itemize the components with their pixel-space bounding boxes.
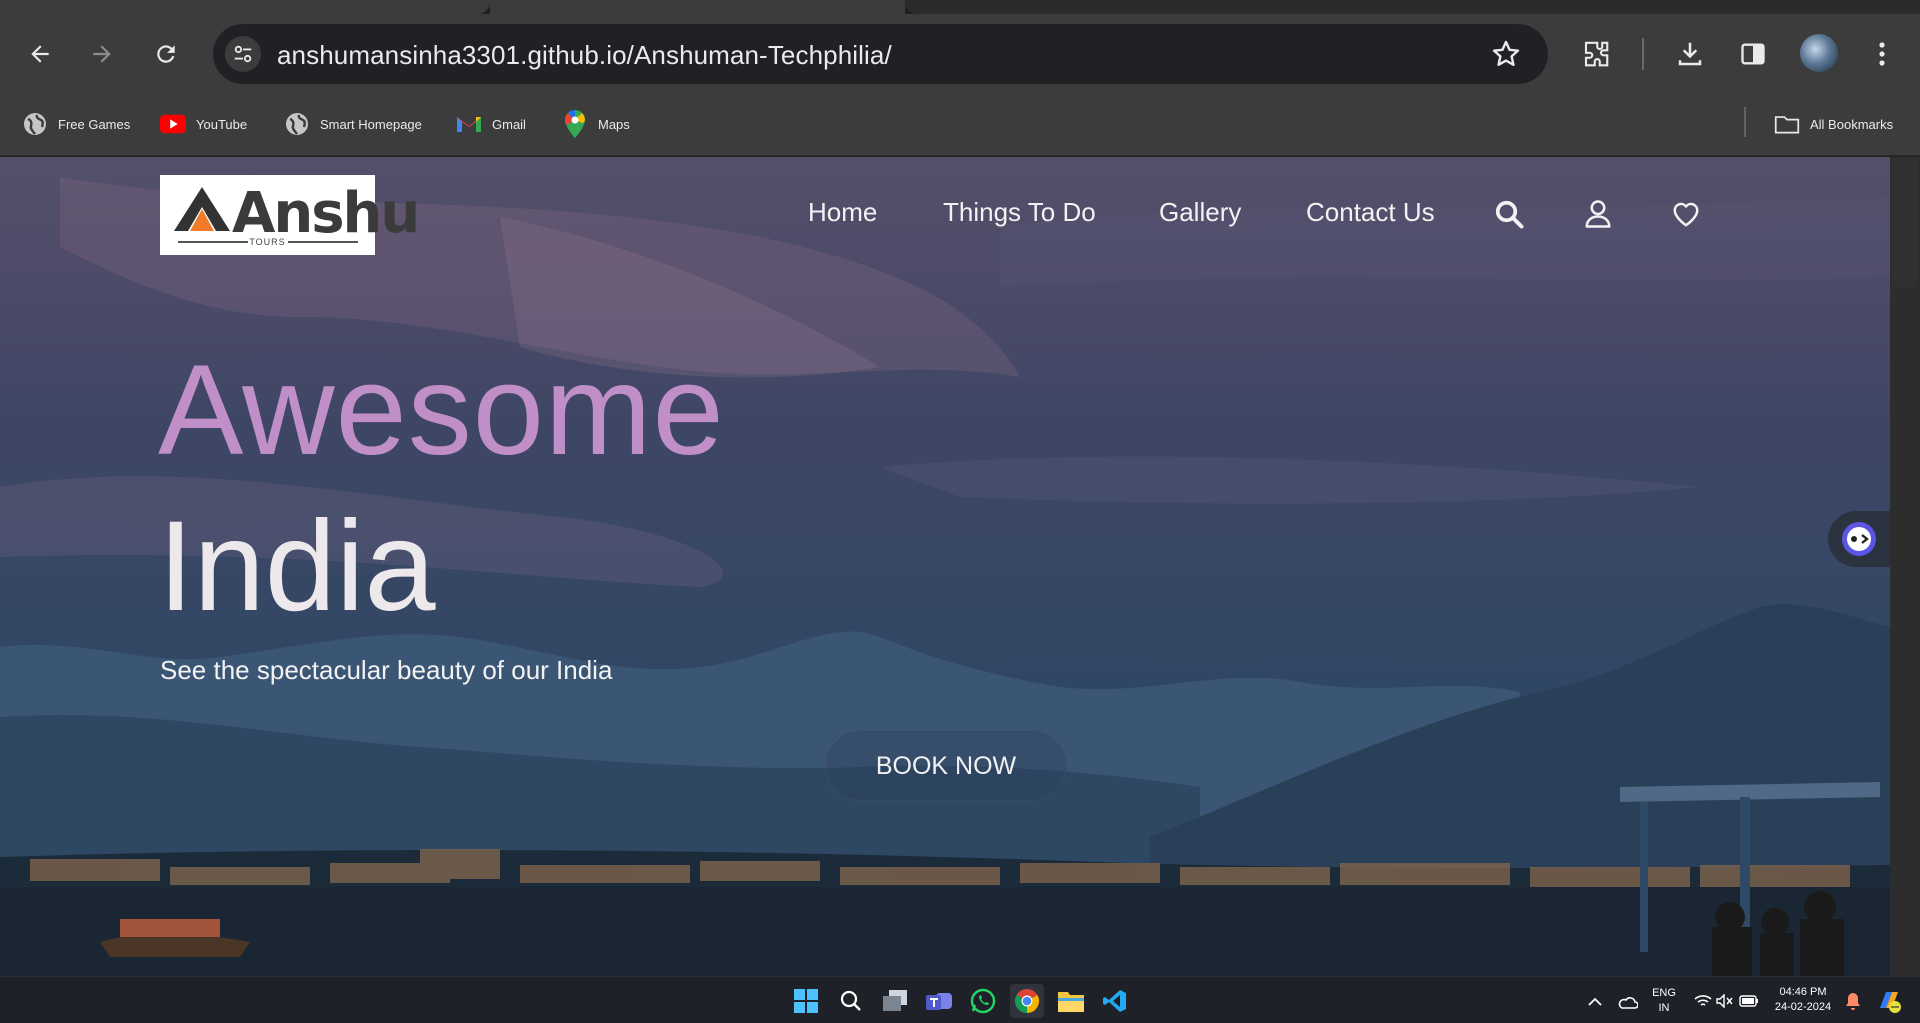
bookmark-gmail[interactable]: Gmail	[456, 106, 526, 142]
language-indicator[interactable]: ENG IN	[1652, 986, 1676, 1016]
windows-start-icon[interactable]	[789, 984, 823, 1018]
clock[interactable]: 04:46 PM 24-02-2024	[1766, 985, 1840, 1015]
assistant-face-icon	[1842, 522, 1876, 556]
hero-subtitle: See the spectacular beauty of our India	[160, 655, 613, 685]
bookmark-label: Free Games	[58, 116, 131, 132]
logo-rule	[288, 241, 358, 243]
arrow-left-icon	[31, 45, 49, 63]
gmail-icon	[456, 111, 482, 137]
reload-icon	[157, 45, 175, 63]
extensions-icon[interactable]	[1576, 34, 1616, 74]
bookmark-free-games[interactable]: Free Games	[22, 106, 130, 142]
hero-title-line2: India	[158, 495, 436, 638]
region-code: IN	[1658, 1002, 1670, 1014]
bookmarks-bar: Free Games YouTube Smart Homepage Gmail …	[0, 94, 1920, 156]
clock-date: 24-02-2024	[1774, 1001, 1832, 1013]
bookmark-label: Smart Homepage	[320, 116, 422, 132]
bookmark-label: Maps	[598, 116, 630, 132]
profile-avatar[interactable]	[1800, 34, 1838, 72]
bookmark-youtube[interactable]: YouTube	[160, 106, 247, 142]
globe-icon	[22, 111, 48, 137]
youtube-icon	[160, 111, 186, 137]
url-text[interactable]: anshumansinha3301.github.io/Anshuman-Tec…	[277, 40, 892, 71]
file-explorer-icon[interactable]	[1054, 984, 1088, 1018]
scrollbar-thumb[interactable]	[1892, 157, 1918, 287]
browser-toolbar: anshumansinha3301.github.io/Anshuman-Tec…	[0, 14, 1920, 94]
page-scrollbar[interactable]	[1890, 157, 1920, 976]
bookmark-maps[interactable]: Maps	[562, 106, 630, 142]
bookmark-star-icon[interactable]	[1490, 38, 1522, 70]
search-icon[interactable]	[834, 984, 868, 1018]
clock-time: 04:46 PM	[1779, 986, 1827, 998]
windows-taskbar: ENG IN 04:46 PM 24-02-2024	[0, 976, 1920, 1023]
tab-inactive-left[interactable]	[0, 0, 490, 14]
floating-assistant-button[interactable]	[1828, 511, 1890, 567]
hero-title-line1: Awesome	[158, 339, 725, 482]
onedrive-cloud-icon[interactable]	[1610, 984, 1644, 1018]
arrow-right-icon	[93, 45, 111, 63]
nav-gallery[interactable]: Gallery	[1159, 197, 1241, 228]
back-button[interactable]	[22, 36, 58, 72]
bookmark-label: YouTube	[196, 116, 248, 132]
all-bookmarks-button[interactable]: All Bookmarks	[1774, 106, 1893, 142]
folder-icon	[1774, 111, 1800, 137]
tab-active[interactable]	[490, 0, 905, 14]
tab-inactive-right[interactable]	[905, 0, 1920, 14]
search-icon[interactable]	[1494, 199, 1524, 229]
maps-icon	[562, 110, 588, 138]
language-code: ENG	[1652, 987, 1676, 999]
nav-things-to-do[interactable]: Things To Do	[943, 197, 1096, 228]
heart-icon[interactable]	[1671, 199, 1701, 229]
teams-icon[interactable]	[922, 984, 956, 1018]
tab-strip	[0, 0, 1920, 14]
task-view-icon[interactable]	[878, 984, 912, 1018]
toolbar-divider	[1642, 38, 1644, 70]
user-icon[interactable]	[1583, 199, 1613, 229]
vscode-icon[interactable]	[1098, 984, 1132, 1018]
bookmark-smart-homepage[interactable]: Smart Homepage	[284, 106, 422, 142]
chrome-icon[interactable]	[1010, 984, 1044, 1018]
book-now-button[interactable]: BOOK NOW	[826, 731, 1066, 801]
hero-section: Anshu TOURS Home Things To Do Gallery Co…	[0, 157, 1890, 976]
chevron-up-icon[interactable]	[1578, 984, 1612, 1018]
forward-button[interactable]	[84, 36, 120, 72]
site-logo[interactable]: Anshu TOURS	[160, 175, 420, 255]
bookmark-label: Gmail	[492, 116, 526, 132]
copilot-icon[interactable]	[1872, 984, 1906, 1018]
kebab-menu-icon[interactable]	[1862, 34, 1902, 74]
side-panel-icon[interactable]	[1733, 34, 1773, 74]
nav-home[interactable]: Home	[808, 197, 877, 228]
nav-contact-us[interactable]: Contact Us	[1306, 197, 1435, 228]
all-bookmarks-label: All Bookmarks	[1810, 116, 1894, 132]
site-settings-icon[interactable]	[225, 36, 261, 72]
address-bar[interactable]: anshumansinha3301.github.io/Anshuman-Tec…	[213, 24, 1548, 84]
reload-button[interactable]	[148, 36, 184, 72]
globe-icon	[284, 111, 310, 137]
whatsapp-icon[interactable]	[966, 984, 1000, 1018]
battery-icon[interactable]	[1732, 984, 1766, 1018]
notification-bell-icon[interactable]	[1836, 984, 1870, 1018]
bookmarks-separator	[1744, 107, 1746, 137]
download-icon[interactable]	[1670, 34, 1710, 74]
logo-triangle-icon	[174, 187, 230, 231]
